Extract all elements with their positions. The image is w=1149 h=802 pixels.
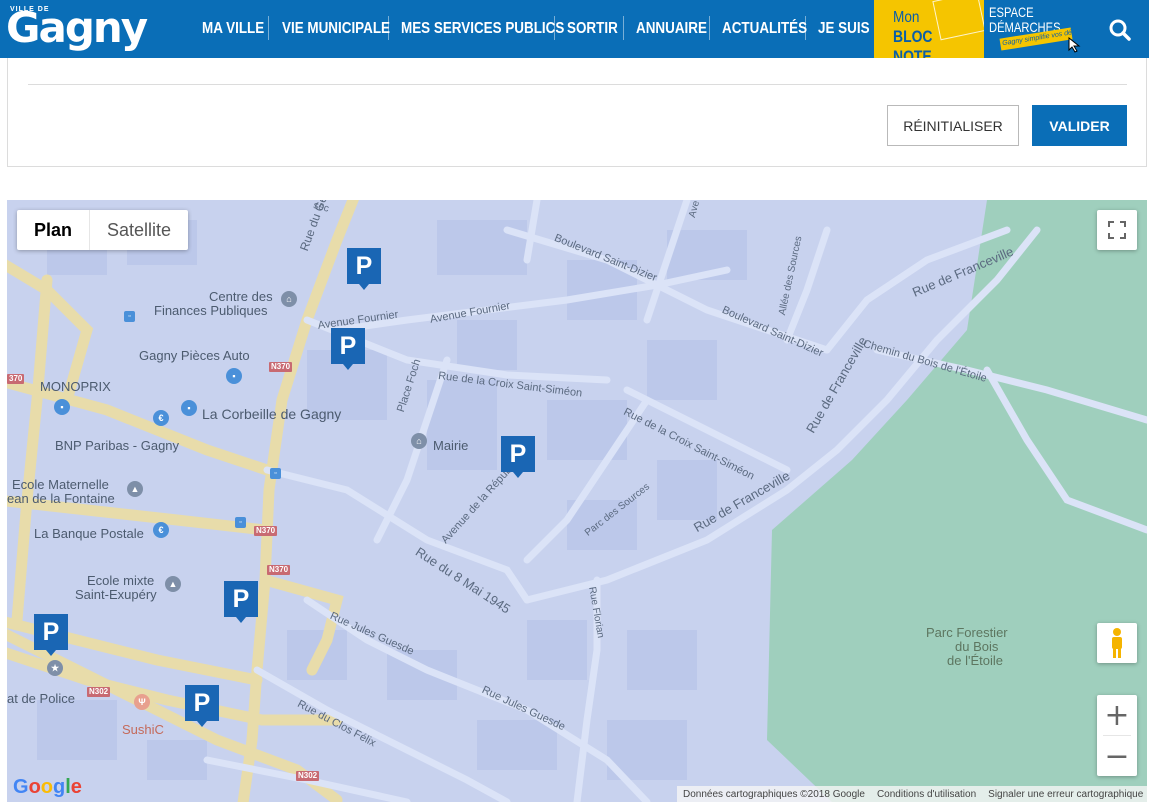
mouse-pointer-icon xyxy=(1068,37,1081,53)
parking-marker[interactable]: P xyxy=(501,436,535,478)
poi-label-parc[interactable]: Parc Forestier xyxy=(926,626,1008,640)
euro-icon[interactable]: € xyxy=(153,522,169,538)
school-icon[interactable]: ▲ xyxy=(127,481,143,497)
parking-marker[interactable]: P xyxy=(331,328,365,370)
form-divider xyxy=(28,84,1127,85)
submit-button[interactable]: VALIDER xyxy=(1032,105,1127,146)
map-canvas[interactable] xyxy=(7,200,1147,802)
map-attribution: Données cartographiques ©2018 Google Con… xyxy=(677,786,1147,802)
shopping-bag-icon[interactable]: ▪ xyxy=(226,368,242,384)
search-form-panel: RÉINITIALISER VALIDER xyxy=(7,58,1147,167)
zoom-out-button[interactable]: − xyxy=(1097,736,1137,776)
menu-separator xyxy=(268,16,269,40)
attribution-terms-link[interactable]: Conditions d'utilisation xyxy=(871,789,982,800)
menu-separator xyxy=(554,16,555,40)
fullscreen-button[interactable] xyxy=(1097,210,1137,250)
route-badge-n370: N370 xyxy=(269,362,293,372)
euro-icon[interactable]: € xyxy=(153,410,169,426)
menu-separator xyxy=(388,16,389,40)
bloc-note-button[interactable]: Mon BLOC NOTE xyxy=(874,0,984,58)
bloc-note-line2: BLOC NOTE xyxy=(893,27,933,58)
menu-label: MA VILLE xyxy=(202,20,265,37)
menu-item-sortir[interactable]: SORTIR xyxy=(567,0,627,58)
google-logo-o2: o xyxy=(40,776,53,798)
parking-marker[interactable]: P xyxy=(347,248,381,290)
map-type-plan[interactable]: Plan xyxy=(17,210,89,250)
poi-label-centre-finances[interactable]: Finances Publiques xyxy=(154,303,267,318)
google-logo-g2: g xyxy=(53,776,66,798)
top-navigation-bar: VILLE DE Gagny MA VILLE VIE MUNICIPALE M… xyxy=(0,0,1149,58)
menu-label: ANNUAIRE xyxy=(636,20,707,37)
bus-stop-icon[interactable]: ▫ xyxy=(235,517,246,528)
map-type-satellite[interactable]: Satellite xyxy=(89,210,188,250)
espace-line1: ESPACE xyxy=(989,4,1034,20)
poi-label-parc[interactable]: du Bois xyxy=(955,640,998,654)
menu-label: MES SERVICES PUBLICS xyxy=(401,20,565,37)
menu-separator xyxy=(623,16,624,40)
poi-label-parc[interactable]: de l'Étoile xyxy=(947,654,1003,668)
poi-label-bnp[interactable]: BNP Paribas - Gagny xyxy=(55,438,179,453)
poi-label-corbeille[interactable]: La Corbeille de Gagny xyxy=(202,406,341,422)
menu-separator xyxy=(805,16,806,40)
parking-marker[interactable]: P xyxy=(224,581,258,623)
poi-label-banque-postale[interactable]: La Banque Postale xyxy=(34,526,144,541)
poi-label-police[interactable]: at de Police xyxy=(7,691,75,706)
search-icon xyxy=(1109,19,1131,41)
fullscreen-icon xyxy=(1108,221,1126,239)
map-type-selector: Plan Satellite xyxy=(17,210,189,250)
route-badge-n302: N302 xyxy=(296,771,320,781)
gagny-logo[interactable]: VILLE DE Gagny xyxy=(6,2,148,54)
google-logo-o1: o xyxy=(28,776,41,798)
poi-label-ecole-mixte[interactable]: Ecole mixte xyxy=(87,573,154,588)
google-logo-e: e xyxy=(70,776,82,798)
attribution-data: Données cartographiques ©2018 Google xyxy=(683,788,865,800)
poi-label-pieces-auto[interactable]: Gagny Pièces Auto xyxy=(139,348,250,363)
search-button[interactable] xyxy=(1100,10,1140,48)
bus-stop-icon[interactable]: ▫ xyxy=(124,311,135,322)
shopping-cart-icon[interactable]: ▪ xyxy=(54,399,70,415)
route-badge-n370: N370 xyxy=(267,565,291,575)
restaurant-icon[interactable]: Ψ xyxy=(134,694,150,710)
bloc-note-line1: Mon xyxy=(893,9,920,26)
parking-marker[interactable]: P xyxy=(185,685,219,727)
poi-label-ecole-mixte[interactable]: Saint-Exupéry xyxy=(75,587,157,602)
attribution-report-link[interactable]: Signaler une erreur cartographique xyxy=(982,789,1147,800)
reset-button[interactable]: RÉINITIALISER xyxy=(887,105,1019,146)
route-badge-n370: N370 xyxy=(254,526,278,536)
menu-item-je-suis[interactable]: JE SUIS xyxy=(818,0,879,58)
government-icon[interactable]: ⌂ xyxy=(281,291,297,307)
zoom-control: + − xyxy=(1097,695,1137,776)
menu-item-vie-municipale[interactable]: VIE MUNICIPALE xyxy=(282,0,411,58)
menu-label: VIE MUNICIPALE xyxy=(282,20,391,37)
pegman-icon xyxy=(1112,628,1122,658)
google-logo-g: G xyxy=(13,776,29,798)
bus-stop-icon[interactable]: ▫ xyxy=(270,468,281,479)
shopping-cart-icon[interactable]: ▪ xyxy=(181,400,197,416)
poi-label-ecole-maternelle[interactable]: ean de la Fontaine xyxy=(7,491,115,506)
menu-label: JE SUIS xyxy=(818,20,870,37)
poi-label-centre-finances[interactable]: Centre des xyxy=(209,289,273,304)
menu-item-annuaire[interactable]: ANNUAIRE xyxy=(636,0,720,58)
route-badge-370: 370 xyxy=(7,374,25,384)
espace-demarches-button[interactable]: ESPACE DÉMARCHES Gagny simplifie vos dém… xyxy=(984,0,1090,58)
parking-marker[interactable]: P xyxy=(34,614,68,656)
logo-gagny: Gagny xyxy=(6,3,148,52)
route-badge-n302: N302 xyxy=(87,687,111,697)
menu-item-actualites[interactable]: ACTUALITÉS xyxy=(722,0,823,58)
poi-label-monoprix[interactable]: MONOPRIX xyxy=(40,379,111,394)
street-view-pegman[interactable] xyxy=(1097,623,1137,663)
police-icon[interactable]: ★ xyxy=(47,660,63,676)
map-view[interactable]: N370 N370 N370 N302 N302 370 Rue du Géné… xyxy=(7,200,1147,802)
menu-separator xyxy=(709,16,710,40)
google-logo[interactable]: Google xyxy=(13,776,82,799)
school-icon[interactable]: ▲ xyxy=(165,576,181,592)
town-hall-icon[interactable]: ⌂ xyxy=(411,433,427,449)
menu-label: SORTIR xyxy=(567,20,618,37)
poi-label-ecole-maternelle[interactable]: Ecole Maternelle xyxy=(12,477,109,492)
zoom-in-button[interactable]: + xyxy=(1097,695,1137,735)
poi-label-mairie[interactable]: Mairie xyxy=(433,438,468,453)
menu-label: ACTUALITÉS xyxy=(722,20,808,37)
poi-label-sushic[interactable]: SushiC xyxy=(122,722,164,737)
menu-item-ma-ville[interactable]: MA VILLE xyxy=(202,0,276,58)
